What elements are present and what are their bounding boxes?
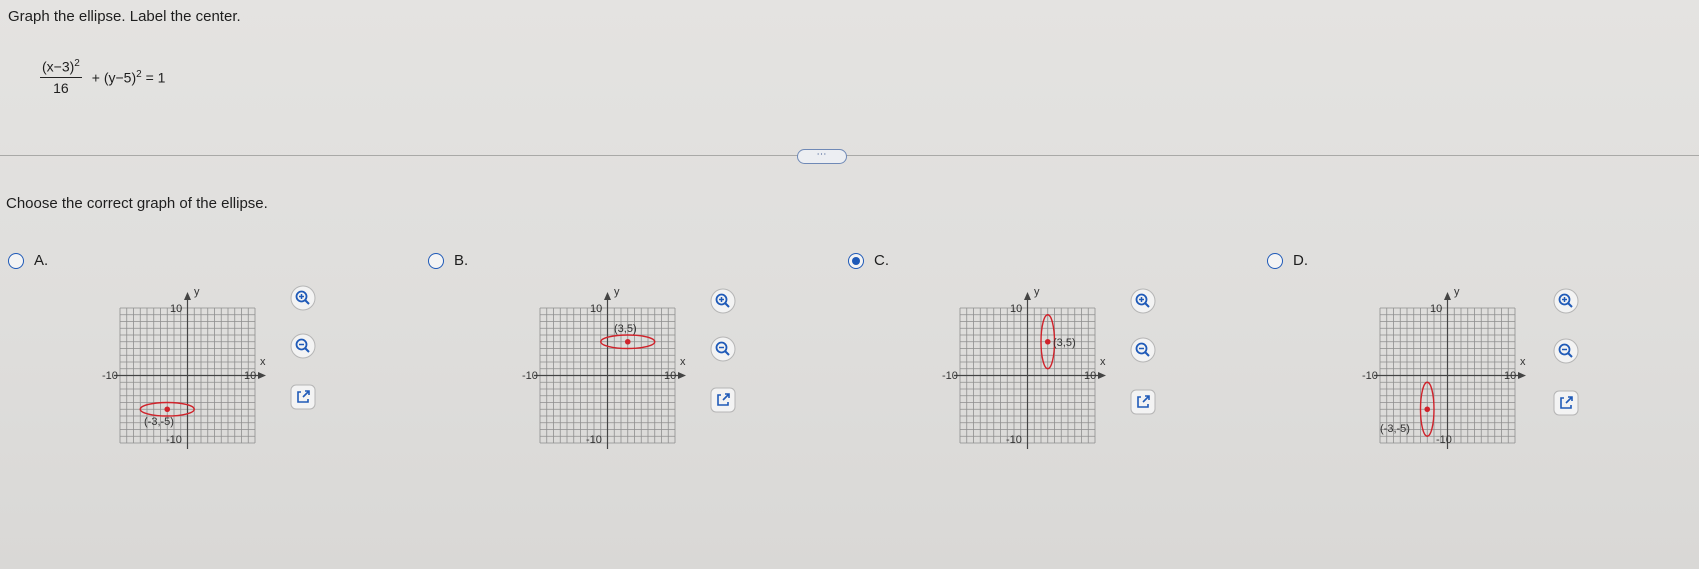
instruction-text: Choose the correct graph of the ellipse. (6, 195, 268, 212)
zoom-in-button[interactable] (1553, 288, 1579, 314)
y-axis-label: y (1034, 286, 1040, 298)
tick-label-left: -10 (102, 370, 118, 382)
pop-out-icon (710, 387, 736, 413)
x-axis-label: x (680, 356, 686, 368)
tick-label-right: 10 (664, 370, 676, 382)
tick-label-bottom: -10 (166, 434, 182, 446)
zoom-out-icon (1553, 338, 1579, 364)
zoom-in-button[interactable] (290, 285, 316, 311)
radio-button[interactable] (848, 252, 864, 269)
option-label-text: C. (874, 252, 889, 269)
y-axis-label: y (1454, 286, 1460, 298)
pop-out-icon (1553, 390, 1579, 416)
pop-out-button[interactable] (290, 384, 316, 410)
center-label: (-3,-5) (144, 416, 174, 428)
option-label-text: A. (34, 252, 49, 269)
graph-d: y x 10 -10 10 -10 (-3,-5) (1362, 286, 1526, 449)
zoom-out-button[interactable] (1130, 337, 1156, 363)
zoom-in-icon (710, 288, 736, 314)
zoom-out-button[interactable] (710, 336, 736, 362)
x-axis-arrow (678, 372, 686, 379)
tick-label-bottom: -10 (1436, 434, 1452, 446)
zoom-out-button[interactable] (1553, 338, 1579, 364)
center-point (624, 338, 631, 345)
zoom-out-icon (290, 333, 316, 359)
pop-out-icon (1130, 389, 1156, 415)
equation-numerator: (x−3)2 (40, 58, 82, 78)
option-c[interactable]: C. (848, 252, 889, 269)
tick-label-top: 10 (590, 303, 602, 315)
x-axis-label: x (260, 356, 266, 368)
y-axis-arrow (1444, 292, 1451, 300)
option-d[interactable]: D. (1267, 252, 1308, 269)
zoom-in-button[interactable] (710, 288, 736, 314)
radio-button[interactable] (428, 252, 444, 269)
y-axis-arrow (184, 292, 191, 300)
ellipse-equation: (x−3)2 16 + (y−5)2 = 1 (40, 58, 165, 96)
zoom-out-button[interactable] (290, 333, 316, 359)
x-axis-arrow (1518, 372, 1526, 379)
pop-out-button[interactable] (1553, 390, 1579, 416)
tick-label-right: 10 (244, 370, 256, 382)
graph-b: y x 10 -10 10 -10 (3,5) (522, 286, 686, 449)
pop-out-icon (290, 384, 316, 410)
x-axis-label: x (1100, 356, 1106, 368)
radio-button[interactable] (8, 252, 24, 269)
more-button[interactable]: ⋯ (797, 149, 847, 164)
tick-label-bottom: -10 (586, 434, 602, 446)
center-label: (3,5) (614, 323, 637, 335)
tick-label-top: 10 (1010, 303, 1022, 315)
tick-label-right: 10 (1504, 370, 1516, 382)
y-axis-arrow (1024, 292, 1031, 300)
zoom-out-icon (1130, 337, 1156, 363)
question-prompt: Graph the ellipse. Label the center. (8, 8, 241, 25)
tick-label-top: 10 (1430, 303, 1442, 315)
equation-denominator: 16 (53, 79, 69, 96)
option-label-text: B. (454, 252, 469, 269)
center-label: (3,5) (1053, 337, 1076, 349)
pop-out-button[interactable] (710, 387, 736, 413)
tick-label-left: -10 (522, 370, 538, 382)
x-axis-arrow (1098, 372, 1106, 379)
pop-out-button[interactable] (1130, 389, 1156, 415)
tick-label-top: 10 (170, 303, 182, 315)
y-axis-label: y (194, 286, 200, 298)
zoom-in-icon (1553, 288, 1579, 314)
equation-fraction: (x−3)2 16 (40, 58, 82, 96)
option-a[interactable]: A. (8, 252, 48, 269)
graph-a: y x 10 -10 10 -10 (-3,-5) (102, 286, 266, 449)
tick-label-bottom: -10 (1006, 434, 1022, 446)
zoom-in-icon (1130, 288, 1156, 314)
center-point (164, 406, 171, 413)
y-axis-label: y (614, 286, 620, 298)
tick-label-right: 10 (1084, 370, 1096, 382)
center-point (1044, 338, 1051, 345)
radio-selected-dot (852, 256, 860, 265)
center-label: (-3,-5) (1380, 423, 1410, 435)
tick-label-left: -10 (1362, 370, 1378, 382)
center-point (1424, 406, 1431, 413)
x-axis-label: x (1520, 356, 1526, 368)
graph-c: y x 10 -10 10 -10 (3,5) (942, 286, 1106, 449)
x-axis-arrow (258, 372, 266, 379)
y-axis-arrow (604, 292, 611, 300)
tick-label-left: -10 (942, 370, 958, 382)
zoom-out-icon (710, 336, 736, 362)
section-divider (0, 155, 1699, 156)
option-label-text: D. (1293, 252, 1308, 269)
zoom-in-button[interactable] (1130, 288, 1156, 314)
radio-button[interactable] (1267, 252, 1283, 269)
zoom-in-icon (290, 285, 316, 311)
equation-remainder: + (y−5)2 = 1 (91, 68, 166, 86)
option-b[interactable]: B. (428, 252, 468, 269)
